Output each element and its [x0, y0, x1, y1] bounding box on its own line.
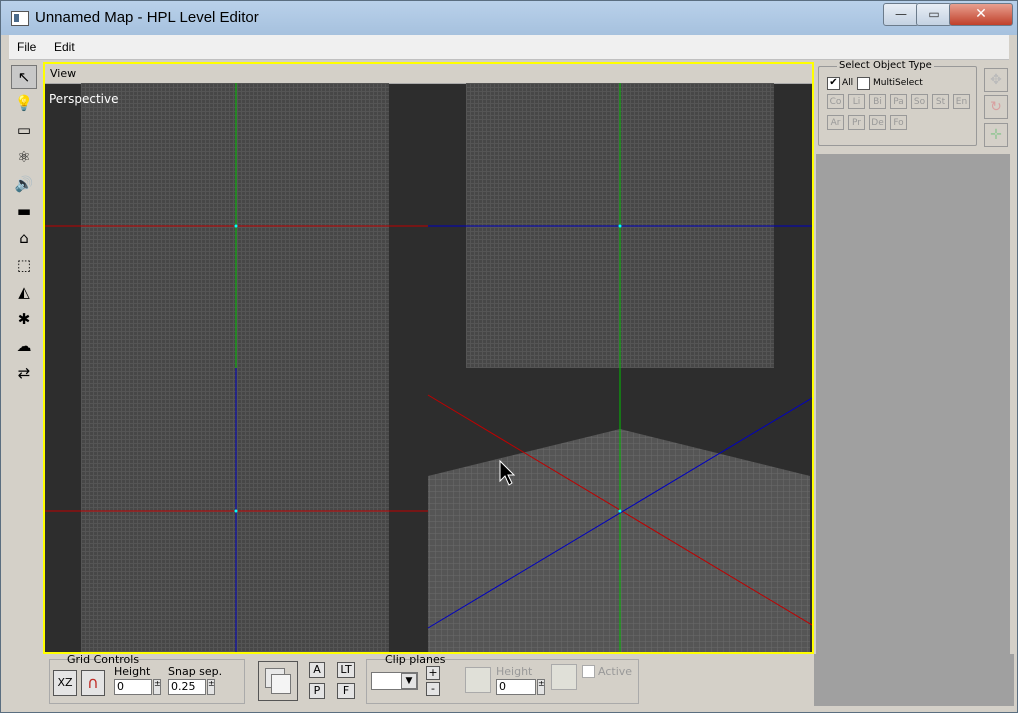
add-clip-plane-button[interactable]: + [426, 666, 440, 680]
type-filter-button[interactable]: So [911, 94, 928, 109]
viewport-layout-button[interactable] [258, 661, 298, 701]
close-button[interactable]: ✕ [949, 3, 1013, 26]
grid-height-spinner[interactable]: ± [153, 679, 161, 695]
snap-magnet-button[interactable]: ∩ [81, 670, 105, 696]
grid-height-label: Height [114, 665, 151, 678]
origin-point [234, 224, 238, 228]
clip-height-field[interactable]: 0 [496, 679, 536, 695]
window-title: Unnamed Map - HPL Level Editor [35, 9, 259, 26]
menu-file[interactable]: File [17, 40, 36, 54]
app-icon [11, 11, 29, 26]
combine-icon[interactable]: ⇄ [11, 362, 37, 386]
minimize-button[interactable]: — [883, 3, 919, 26]
type-filter-button[interactable]: Co [827, 94, 844, 109]
sound-icon[interactable]: 🔊 [11, 173, 37, 197]
clip-active-label: Active [598, 665, 633, 678]
origin-point [618, 509, 622, 513]
area-ghost-icon[interactable]: ⌂ [11, 227, 37, 251]
grid-plane-button[interactable]: XZ [53, 670, 77, 696]
bottom-controls-bar: Grid Controls XZ ∩ Height 0 ± Snap sep. … [43, 653, 814, 706]
select-object-panel: Select Object Type ✔ All MultiSelect Co L… [816, 60, 1010, 154]
type-filter-button[interactable]: Bi [869, 94, 886, 109]
primitive-box-icon[interactable]: ⬚ [11, 254, 37, 278]
viewport-header[interactable]: View [45, 64, 812, 84]
type-filter-button[interactable]: St [932, 94, 949, 109]
snap-sep-label: Snap sep. [168, 665, 223, 678]
maximize-button[interactable]: ▭ [916, 3, 952, 26]
tool-palette: ↖ 💡 ▭ ⚛ 🔊 ▬ ⌂ ⬚ ◭ ✱ ☁ ⇄ [9, 63, 41, 391]
origin-point [618, 224, 622, 228]
billboard-icon[interactable]: ▭ [11, 119, 37, 143]
menu-edit[interactable]: Edit [54, 40, 75, 54]
all-checkbox[interactable]: ✔ [827, 76, 840, 90]
view-menu-label[interactable]: View [50, 67, 76, 80]
decal-icon[interactable]: ◭ [11, 281, 37, 305]
type-filter-button[interactable]: Fo [890, 115, 907, 130]
translate-gizmo-button[interactable]: ✥ [984, 68, 1008, 92]
clip-plane-normal-button[interactable] [551, 664, 577, 690]
select-arrow-icon[interactable]: ↖ [11, 65, 37, 89]
particle-atom-icon[interactable]: ⚛ [11, 146, 37, 170]
snap-sep-field[interactable]: 0.25 [168, 679, 206, 695]
type-filter-button[interactable]: Li [848, 94, 865, 109]
viewport[interactable]: View Perspective [43, 62, 814, 654]
type-filter-button[interactable]: Pr [848, 115, 865, 130]
clip-height-label: Height [496, 665, 533, 678]
entity-icon[interactable]: ☁ [11, 335, 37, 359]
all-label: All [842, 78, 854, 88]
multiselect-label: MultiSelect [873, 78, 923, 88]
light-bulb-icon[interactable]: 💡 [11, 92, 37, 116]
chevron-down-icon[interactable]: ▼ [401, 673, 417, 689]
type-filter-button[interactable]: Ar [827, 115, 844, 130]
clip-active-checkbox[interactable] [582, 664, 595, 678]
editor-window: Unnamed Map - HPL Level Editor — ▭ ✕ Fil… [0, 0, 1018, 713]
bottom-right-panel [814, 654, 1014, 706]
viewport-axes [45, 83, 812, 652]
select-object-title: Select Object Type [837, 60, 934, 71]
fog-star-icon[interactable]: ✱ [11, 308, 37, 332]
multiselect-checkbox[interactable] [857, 76, 870, 90]
rotate-gizmo-button[interactable]: ↻ [984, 95, 1008, 119]
title-bar[interactable]: Unnamed Map - HPL Level Editor — ▭ ✕ [1, 1, 1017, 35]
type-filter-button[interactable]: Pa [890, 94, 907, 109]
menu-bar: File Edit [9, 35, 1009, 60]
select-object-group: Select Object Type ✔ All MultiSelect Co L… [818, 60, 977, 146]
origin-point [234, 509, 238, 513]
view-a-button[interactable]: A [309, 662, 325, 678]
camera-mode-label[interactable]: Perspective [49, 92, 119, 106]
static-object-icon[interactable]: ▬ [11, 200, 37, 224]
snap-sep-spinner[interactable]: ± [207, 679, 215, 695]
type-filter-button[interactable]: De [869, 115, 886, 130]
clip-planes-title: Clip planes [385, 653, 446, 666]
clip-plane-side-button[interactable] [465, 667, 491, 693]
view-lt-button[interactable]: LT [337, 662, 355, 678]
floor-grid-perspective [428, 429, 810, 652]
scale-gizmo-button[interactable]: ✛ [984, 123, 1008, 147]
remove-clip-plane-button[interactable]: - [426, 682, 440, 696]
view-p-button[interactable]: P [309, 683, 325, 699]
grid-height-field[interactable]: 0 [114, 679, 152, 695]
right-side-panel [816, 154, 1010, 706]
clip-height-spinner[interactable]: ± [537, 679, 545, 695]
view-f-button[interactable]: F [337, 683, 355, 699]
viewport-canvas[interactable]: Perspective [45, 83, 812, 652]
type-filter-button[interactable]: En [953, 94, 970, 109]
